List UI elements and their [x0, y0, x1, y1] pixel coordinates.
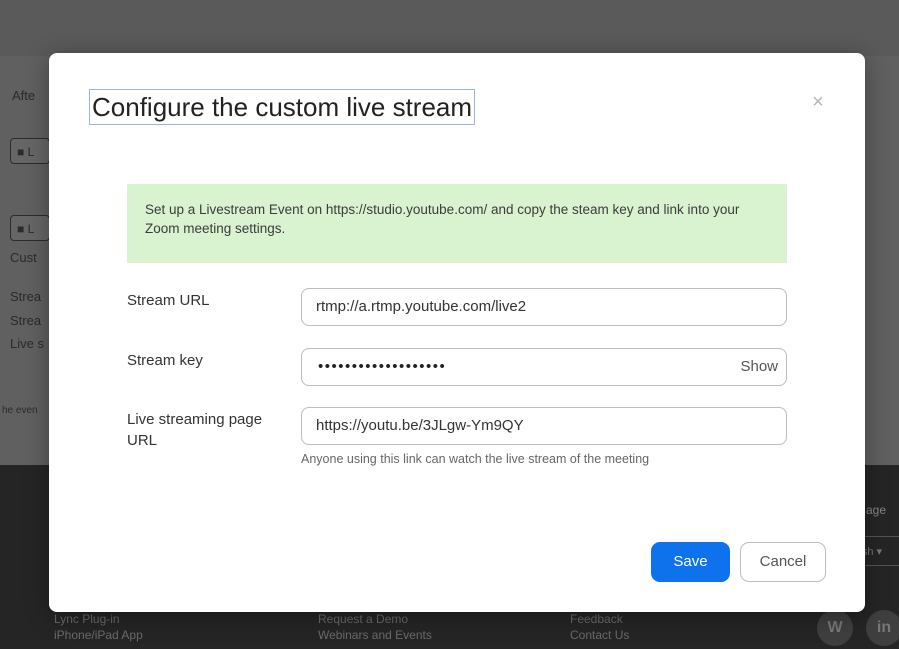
- live-page-url-value: https://youtu.be/3JLgw-Ym9QY: [316, 417, 524, 434]
- stream-url-input[interactable]: rtmp://a.rtmp.youtube.com/live2: [301, 288, 787, 326]
- stream-key-label: Stream key: [127, 352, 203, 369]
- language-label: age: [866, 503, 887, 517]
- footer-link: Lync Plug-in: [54, 612, 120, 626]
- footer-link: Webinars and Events: [318, 628, 432, 642]
- footer-link: iPhone/iPad App: [54, 628, 143, 642]
- dialog-title: Configure the custom live stream: [89, 89, 476, 125]
- stream-url-value: rtmp://a.rtmp.youtube.com/live2: [316, 298, 527, 315]
- save-button[interactable]: Save: [651, 542, 730, 582]
- stream-url-label: Stream URL: [127, 292, 210, 309]
- wordpress-icon: W: [817, 610, 853, 646]
- background-text: Cust: [10, 250, 37, 265]
- video-icon: ■: [17, 222, 25, 236]
- show-key-button[interactable]: Show: [740, 349, 778, 385]
- background-text: he even: [2, 405, 38, 416]
- stream-key-input[interactable]: ••••••••••••••••••• Show: [301, 348, 787, 386]
- cancel-button[interactable]: Cancel: [740, 542, 826, 582]
- configure-live-stream-dialog: Configure the custom live stream × Set u…: [49, 53, 865, 612]
- footer-link: Feedback: [570, 612, 623, 626]
- background-button: ■ L: [10, 138, 50, 164]
- footer-link: Contact Us: [570, 628, 630, 642]
- live-page-url-input[interactable]: https://youtu.be/3JLgw-Ym9QY: [301, 407, 787, 445]
- live-page-url-helper: Anyone using this link can watch the liv…: [301, 452, 650, 466]
- background-text: Afte: [12, 88, 36, 103]
- stream-key-masked: •••••••••••••••••••: [318, 358, 447, 375]
- video-icon: ■: [17, 145, 25, 159]
- linkedin-icon: in: [866, 610, 899, 646]
- background-text: Strea: [10, 289, 42, 304]
- live-page-url-label: Live streaming page URL: [127, 411, 263, 449]
- footer-link: Request a Demo: [318, 612, 409, 626]
- background-header: [0, 0, 899, 56]
- background-button: ■ L: [10, 215, 50, 241]
- info-notice: Set up a Livestream Event on https://stu…: [127, 184, 787, 263]
- close-icon[interactable]: ×: [809, 91, 827, 113]
- background-text: Strea: [10, 313, 42, 328]
- background-text: Live s: [10, 336, 44, 351]
